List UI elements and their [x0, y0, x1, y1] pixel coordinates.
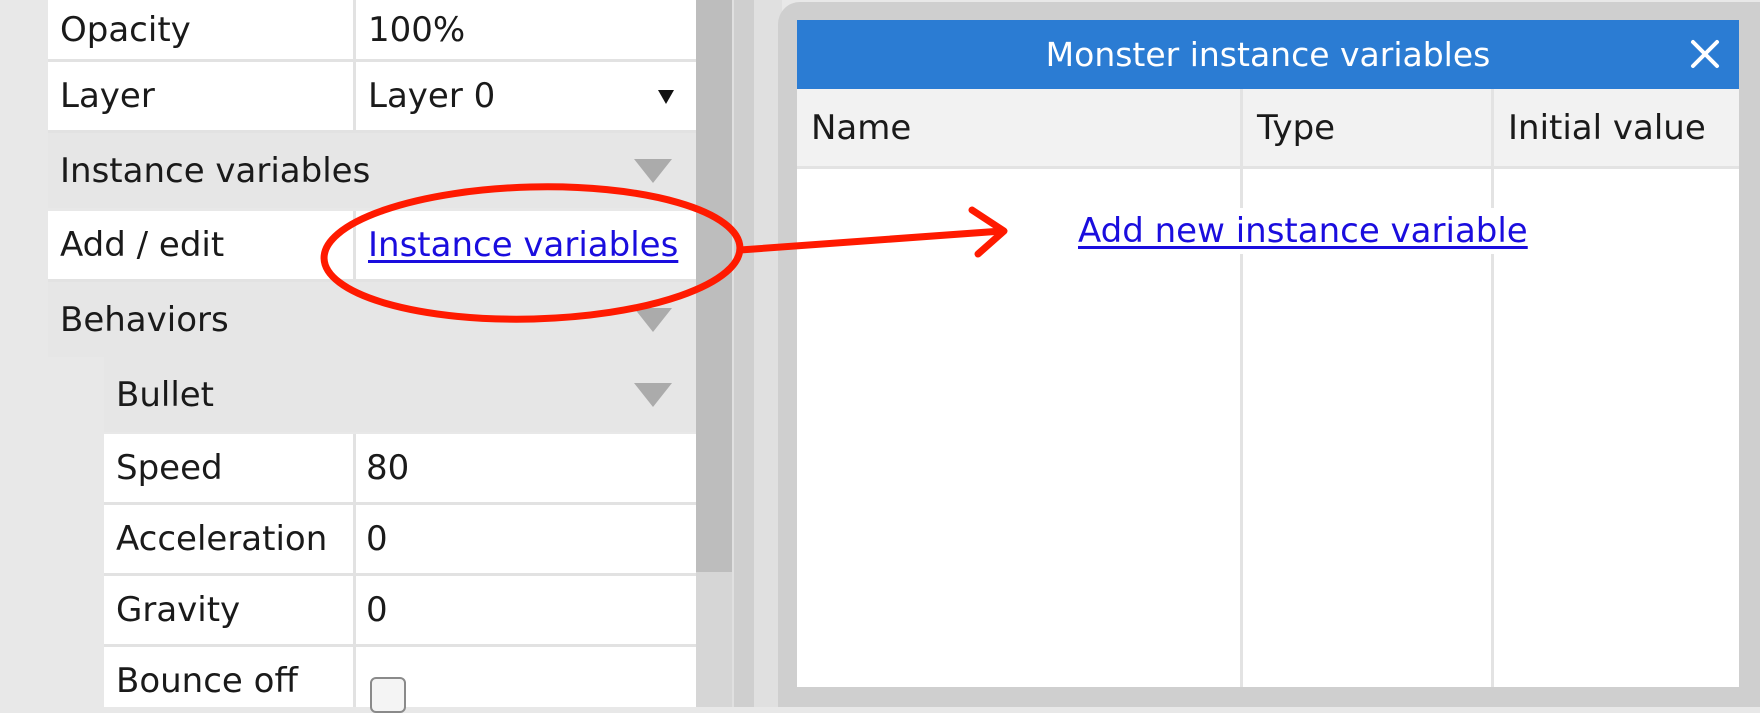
section-label-behaviors: Behaviors	[60, 299, 229, 340]
section-instance-variables[interactable]: Instance variables	[48, 133, 696, 208]
column-separator	[353, 505, 356, 573]
opacity-value-field[interactable]: 100%	[368, 0, 465, 59]
grid-column-line	[1240, 89, 1243, 687]
section-bullet[interactable]: Bullet	[48, 357, 696, 432]
close-icon[interactable]	[1685, 34, 1725, 74]
column-header-initial-value[interactable]: Initial value	[1494, 89, 1739, 166]
scrollbar-thumb[interactable]	[696, 0, 732, 572]
property-label-gravity: Gravity	[116, 590, 241, 630]
bounce-off-checkbox[interactable]	[370, 677, 406, 713]
collapse-triangle-icon[interactable]	[634, 383, 672, 407]
properties-panel: Opacity 100% Layer Layer 0 Instance vari…	[0, 0, 696, 713]
instance-variables-link[interactable]: Instance variables	[368, 211, 678, 279]
column-separator	[353, 211, 356, 279]
section-label-instance-variables: Instance variables	[60, 150, 371, 191]
instance-variables-dialog: Monster instance variables Name Type Ini…	[797, 20, 1739, 687]
property-label-bounce-off: Bounce off	[116, 661, 298, 701]
dialog-titlebar[interactable]: Monster instance variables	[797, 20, 1739, 89]
chevron-down-icon	[658, 90, 674, 104]
variables-grid-header: Name Type Initial value	[797, 89, 1739, 169]
property-row-speed: Speed 80	[104, 434, 696, 505]
column-separator	[353, 576, 356, 644]
dialog-title: Monster instance variables	[1045, 35, 1491, 74]
section-label-bullet: Bullet	[116, 374, 215, 415]
property-label-opacity: Opacity	[60, 9, 191, 50]
indent-spacer	[48, 357, 104, 432]
property-row-opacity: Opacity 100%	[48, 0, 696, 62]
property-row-add-edit: Add / edit Instance variables	[48, 211, 696, 282]
layer-select[interactable]: Layer 0	[356, 62, 696, 130]
column-separator	[353, 434, 356, 502]
grid-column-line	[1491, 89, 1494, 687]
collapse-triangle-icon[interactable]	[634, 308, 672, 332]
acceleration-value-field[interactable]: 0	[366, 505, 388, 573]
property-row-layer: Layer Layer 0	[48, 62, 696, 133]
property-row-bounce-off: Bounce off	[104, 647, 696, 713]
layer-select-value: Layer 0	[368, 76, 496, 116]
add-new-instance-variable-link[interactable]: Add new instance variable	[1062, 208, 1544, 254]
property-label-acceleration: Acceleration	[116, 519, 328, 559]
property-label-layer: Layer	[60, 76, 155, 116]
gravity-value-field[interactable]: 0	[366, 576, 388, 644]
column-header-name[interactable]: Name	[797, 89, 1240, 166]
column-separator	[353, 647, 356, 707]
speed-value-field[interactable]: 80	[366, 434, 409, 502]
property-label-speed: Speed	[116, 448, 223, 488]
collapse-triangle-icon[interactable]	[634, 159, 672, 183]
property-label-add-edit: Add / edit	[60, 225, 225, 265]
column-separator	[353, 0, 356, 59]
property-row-acceleration: Acceleration 0	[104, 505, 696, 576]
property-row-gravity: Gravity 0	[104, 576, 696, 647]
section-behaviors[interactable]: Behaviors	[48, 282, 696, 357]
column-header-type[interactable]: Type	[1243, 89, 1491, 166]
panel-divider-line	[734, 0, 754, 707]
